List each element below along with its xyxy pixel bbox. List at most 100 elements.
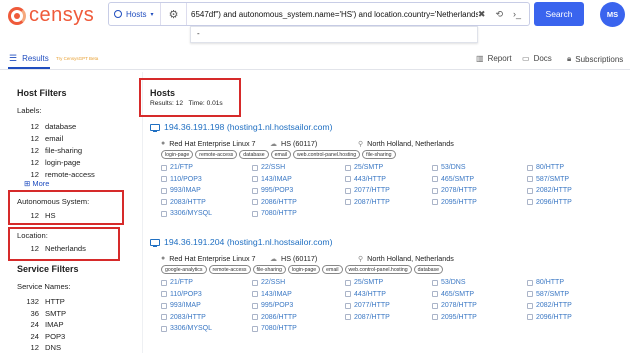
service-link[interactable]: 53/DNS: [432, 279, 466, 286]
service-label: 587/SMTP: [536, 175, 570, 183]
clear-icon[interactable]: ✖: [478, 9, 486, 20]
service-icon: [345, 187, 351, 194]
service-link[interactable]: 465/SMTP: [432, 291, 474, 298]
filter-service-pop3[interactable]: 24 POP3: [19, 331, 66, 343]
filter-service-http[interactable]: 132 HTTP: [19, 296, 66, 308]
terminal-icon[interactable]: ›_: [513, 9, 521, 20]
service-link[interactable]: 2086/HTTP: [252, 199, 297, 206]
label-tag[interactable]: database: [413, 265, 444, 274]
service-link[interactable]: 110/POP3: [161, 291, 202, 298]
more-labels-link[interactable]: ⊞ More: [24, 179, 49, 188]
censysgpt-link[interactable]: Try CensysGPT Beta: [56, 56, 98, 61]
service-link[interactable]: 465/SMTP: [432, 176, 474, 183]
avatar[interactable]: MS: [600, 2, 625, 27]
docs-link[interactable]: ▭ Docs: [522, 54, 552, 63]
host-link[interactable]: 194.36.191.204 (hosting1.nl.hostsailor.c…: [150, 237, 333, 247]
search-input[interactable]: 6547df") and autonomous_system.name='HS'…: [187, 10, 478, 19]
service-link[interactable]: 25/SMTP: [345, 164, 383, 171]
service-link[interactable]: 7080/HTTP: [252, 210, 297, 217]
service-link[interactable]: 110/POP3: [161, 176, 202, 183]
service-link[interactable]: 587/SMTP: [527, 291, 569, 298]
service-link[interactable]: 2096/HTTP: [527, 314, 572, 321]
service-link[interactable]: 443/HTTP: [345, 176, 386, 183]
service-link[interactable]: 993/IMAP: [161, 302, 201, 309]
service-link[interactable]: 2083/HTTP: [161, 314, 206, 321]
service-link[interactable]: 2078/HTTP: [432, 187, 477, 194]
filter-label-email[interactable]: 12 email: [19, 133, 95, 145]
service-link[interactable]: 7080/HTTP: [252, 325, 297, 332]
service-link[interactable]: 2082/HTTP: [527, 302, 572, 309]
service-link[interactable]: 2087/HTTP: [345, 314, 390, 321]
service-link[interactable]: 2083/HTTP: [161, 199, 206, 206]
service-link[interactable]: 143/IMAP: [252, 176, 292, 183]
service-icon: [432, 302, 438, 309]
gear-icon[interactable]: ⚙: [161, 3, 187, 25]
service-icon: [432, 291, 438, 298]
filter-label-login-page[interactable]: 12 login-page: [19, 157, 95, 169]
service-link[interactable]: 2077/HTTP: [345, 187, 390, 194]
service-link[interactable]: 2095/HTTP: [432, 314, 477, 321]
service-label: 465/SMTP: [441, 290, 475, 298]
history-icon[interactable]: ⟲: [495, 9, 503, 20]
filter-location-netherlands[interactable]: 12 Netherlands: [19, 244, 86, 253]
service-link[interactable]: 995/POP3: [252, 187, 293, 194]
host-tags: google-analytics remote-access file-shar…: [161, 265, 444, 274]
filter-service-dns[interactable]: 12 DNS: [19, 342, 66, 354]
label-tag[interactable]: remote-access: [195, 150, 238, 159]
search-button[interactable]: Search: [534, 2, 584, 26]
service-link[interactable]: 2087/HTTP: [345, 199, 390, 206]
censys-logo[interactable]: censys: [8, 4, 94, 27]
report-button[interactable]: ▥ Report: [476, 54, 512, 63]
filter-as-hs[interactable]: 12 HS: [19, 211, 56, 220]
service-link[interactable]: 2095/HTTP: [432, 199, 477, 206]
subscriptions-link[interactable]: 🔒︎ Subscriptions: [567, 54, 623, 64]
search-suggestion[interactable]: -: [190, 26, 478, 43]
service-link[interactable]: 21/FTP: [161, 164, 193, 171]
service-link[interactable]: 53/DNS: [432, 164, 466, 171]
filter-service-imap[interactable]: 24 IMAP: [19, 319, 66, 331]
service-link[interactable]: 993/IMAP: [161, 187, 201, 194]
search-scope-select[interactable]: Hosts ▾: [109, 3, 161, 25]
service-label: 443/HTTP: [354, 290, 386, 298]
host-asn[interactable]: ☁ HS (60117): [270, 139, 317, 148]
service-link[interactable]: 995/POP3: [252, 302, 293, 309]
filter-label-database[interactable]: 12 database: [19, 121, 95, 133]
service-link[interactable]: 3306/MYSQL: [161, 210, 212, 217]
service-link[interactable]: 143/IMAP: [252, 291, 292, 298]
label-tag[interactable]: web.control-panel.hosting: [293, 150, 361, 159]
service-link[interactable]: 2096/HTTP: [527, 199, 572, 206]
service-link[interactable]: 25/SMTP: [345, 279, 383, 286]
service-link[interactable]: 2078/HTTP: [432, 302, 477, 309]
service-link[interactable]: 443/HTTP: [345, 291, 386, 298]
service-link[interactable]: 80/HTTP: [527, 279, 564, 286]
filter-service-smtp[interactable]: 36 SMTP: [19, 308, 67, 320]
service-link[interactable]: 22/SSH: [252, 279, 285, 286]
service-link[interactable]: 3306/MYSQL: [161, 325, 212, 332]
service-link[interactable]: 2086/HTTP: [252, 314, 297, 321]
label-tag[interactable]: email: [270, 150, 292, 159]
label-tag[interactable]: database: [239, 150, 269, 159]
label-tag[interactable]: email: [322, 265, 343, 274]
host-link[interactable]: 194.36.191.198 (hosting1.nl.hostsailor.c…: [150, 122, 333, 132]
label-tag[interactable]: google-analytics: [161, 265, 207, 274]
cloud-icon: ☁: [270, 255, 277, 263]
service-label: 143/IMAP: [261, 290, 292, 298]
label-tag[interactable]: login-page: [161, 150, 194, 159]
label-tag[interactable]: login-page: [287, 265, 321, 274]
service-link[interactable]: 80/HTTP: [527, 164, 564, 171]
label-tag[interactable]: file-sharing: [362, 150, 396, 159]
service-link[interactable]: 21/FTP: [161, 279, 193, 286]
service-icon: [252, 210, 258, 217]
service-link[interactable]: 2077/HTTP: [345, 302, 390, 309]
service-link[interactable]: 587/SMTP: [527, 176, 569, 183]
filter-label-file-sharing[interactable]: 12 file-sharing: [19, 145, 95, 157]
service-label: 7080/HTTP: [261, 325, 297, 333]
tab-results[interactable]: ☰ Results: [9, 53, 49, 64]
label-tag[interactable]: remote-access: [208, 265, 251, 274]
host-asn[interactable]: ☁ HS (60117): [270, 254, 317, 263]
service-icon: [252, 291, 258, 298]
label-tag[interactable]: file-sharing: [252, 265, 286, 274]
service-link[interactable]: 22/SSH: [252, 164, 285, 171]
label-tag[interactable]: web.control-panel.hosting: [344, 265, 412, 274]
service-link[interactable]: 2082/HTTP: [527, 187, 572, 194]
